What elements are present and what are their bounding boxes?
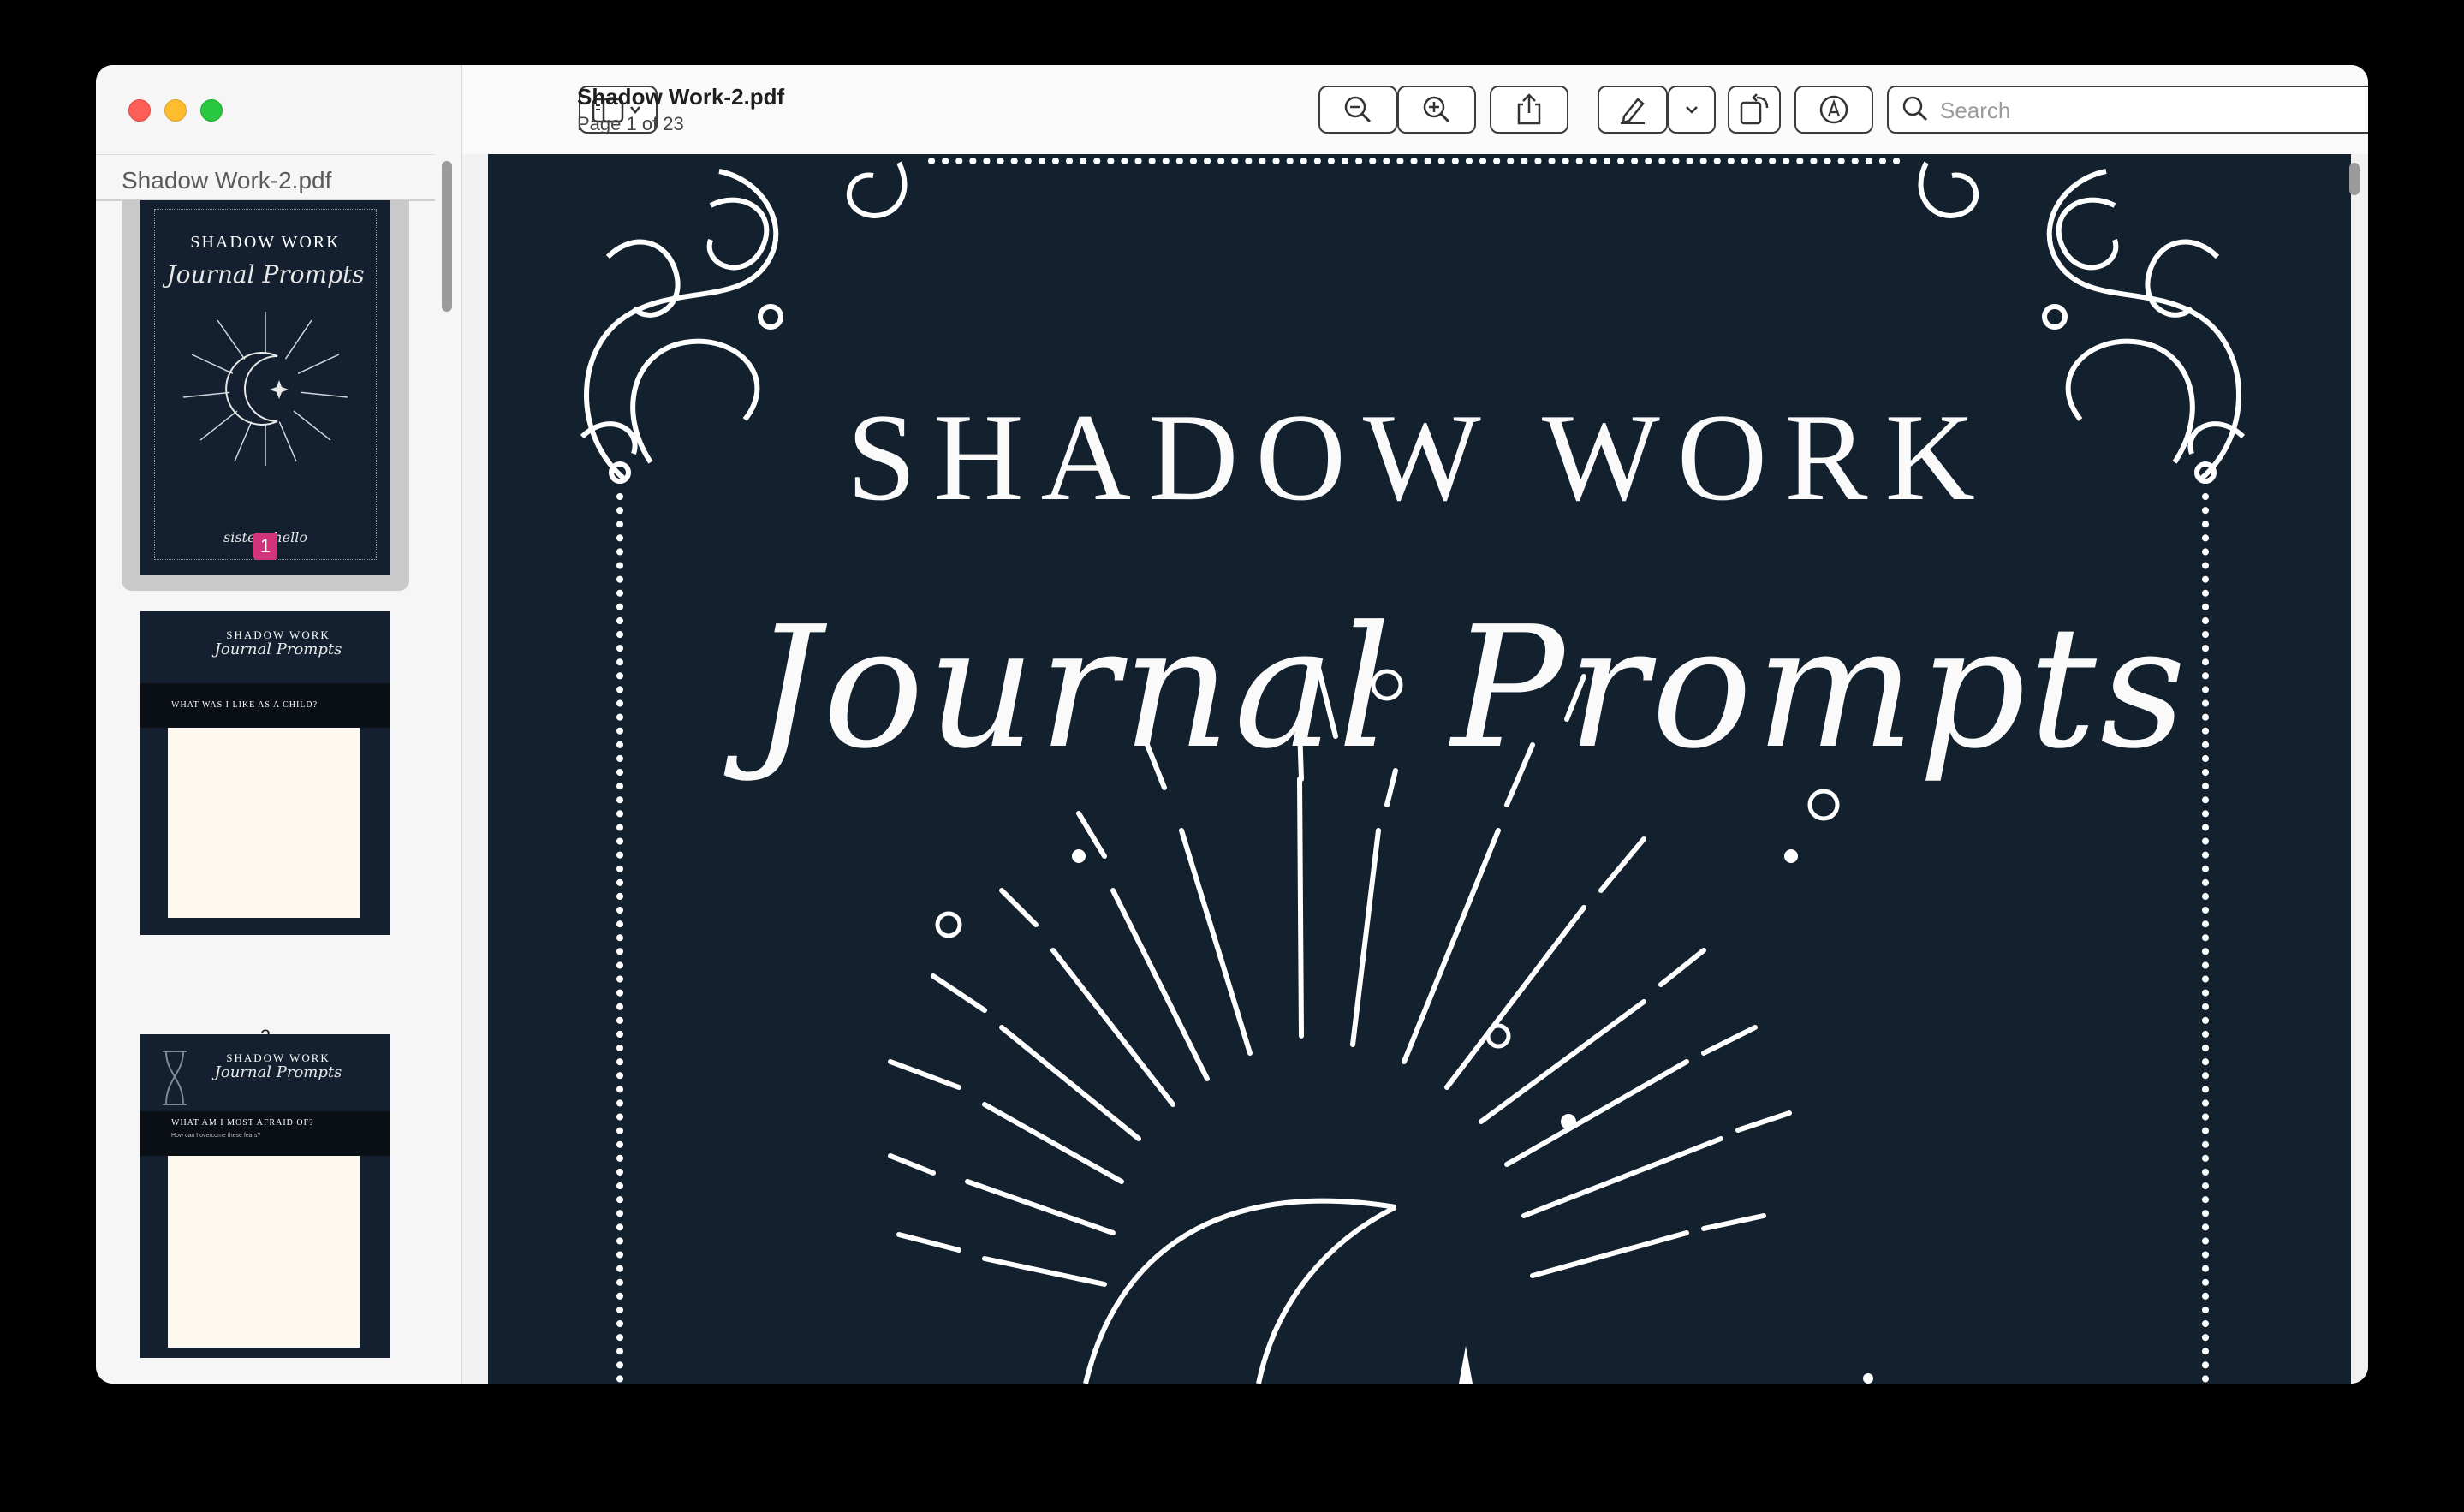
crescent-moon <box>1083 1198 1397 1384</box>
page-indicator: Page 1 of 23 <box>577 113 684 134</box>
thumbnail-page-1[interactable]: SHADOW WORK Journal Prompts sisters hell… <box>140 200 390 575</box>
document-scrollbar[interactable] <box>2349 163 2360 195</box>
sidebar-header: Shadow Work-2.pdf <box>96 154 435 201</box>
star-icon <box>1459 1346 1473 1384</box>
zoom-out-button[interactable] <box>1318 86 1397 134</box>
preview-window: Shadow Work-2.pdf SHADOW WORK Journal Pr… <box>96 65 2368 1384</box>
search-input[interactable] <box>1938 94 2368 127</box>
thumbnail-script: Journal Prompts <box>214 1063 342 1081</box>
thumbnail-writing-area <box>168 1156 360 1348</box>
cover-title: SHADOW WORK <box>846 388 1993 527</box>
sidebar-title: Shadow Work-2.pdf <box>122 167 332 193</box>
thumbnail-prompt: WHAT AM I MOST AFRAID OF? <box>171 1118 314 1128</box>
zoom-button[interactable] <box>200 99 223 122</box>
search-icon <box>1902 96 1928 122</box>
page-number-badge: 1 <box>253 533 277 560</box>
thumbnail-script: Journal Prompts <box>166 260 365 289</box>
share-button[interactable] <box>1490 86 1568 134</box>
thumbnail-prompt-band: WHAT AM I MOST AFRAID OF? How can I over… <box>140 1111 390 1156</box>
markup-button[interactable] <box>1598 86 1668 134</box>
thumbnail-page-2[interactable]: SHADOW WORK Journal Prompts WHAT WAS I L… <box>140 611 390 935</box>
rotate-button[interactable] <box>1728 86 1781 134</box>
thumbnail-title: SHADOW WORK <box>190 233 341 252</box>
zoom-in-button[interactable] <box>1397 86 1476 134</box>
zoom-out-icon <box>1344 96 1372 123</box>
pencil-icon <box>1621 98 1645 124</box>
markup-menu-button[interactable] <box>1668 86 1716 134</box>
sunburst-dots <box>1072 849 1873 1384</box>
sidebar-scrollbar[interactable] <box>442 161 452 312</box>
chevron-down-icon <box>1686 106 1698 114</box>
thumbnail-page-3[interactable]: SHADOW WORK Journal Prompts WHAT AM I MO… <box>140 1034 390 1358</box>
pdf-page-1: SHADOW WORK Journal Prompts <box>488 154 2351 1384</box>
toolbar: Shadow Work-2.pdf Page 1 of 23 <box>462 65 2368 155</box>
thumbnail-script: Journal Prompts <box>214 640 342 658</box>
document-view[interactable]: SHADOW WORK Journal Prompts <box>462 154 2368 1384</box>
minimize-button[interactable] <box>164 99 187 122</box>
markup-circle-icon <box>1819 95 1848 124</box>
search-field[interactable] <box>1887 86 2368 134</box>
thumbnail-prompt: WHAT WAS I LIKE AS A CHILD? <box>140 683 390 728</box>
rotate-icon <box>1740 93 1769 125</box>
zoom-in-icon <box>1423 96 1450 123</box>
thumbnail-subprompt: How can I overcome these fears? <box>171 1133 261 1139</box>
thumbnail-writing-area <box>168 728 360 918</box>
share-icon <box>1517 93 1541 125</box>
moon-sunburst-icon <box>182 312 348 466</box>
document-title: Shadow Work-2.pdf <box>577 84 785 110</box>
close-button[interactable] <box>128 99 151 122</box>
sidebar: Shadow Work-2.pdf SHADOW WORK Journal Pr… <box>96 65 462 1384</box>
annotate-button[interactable] <box>1794 86 1873 134</box>
window-controls <box>128 99 223 122</box>
cover-script: Journal Prompts <box>752 591 2190 786</box>
